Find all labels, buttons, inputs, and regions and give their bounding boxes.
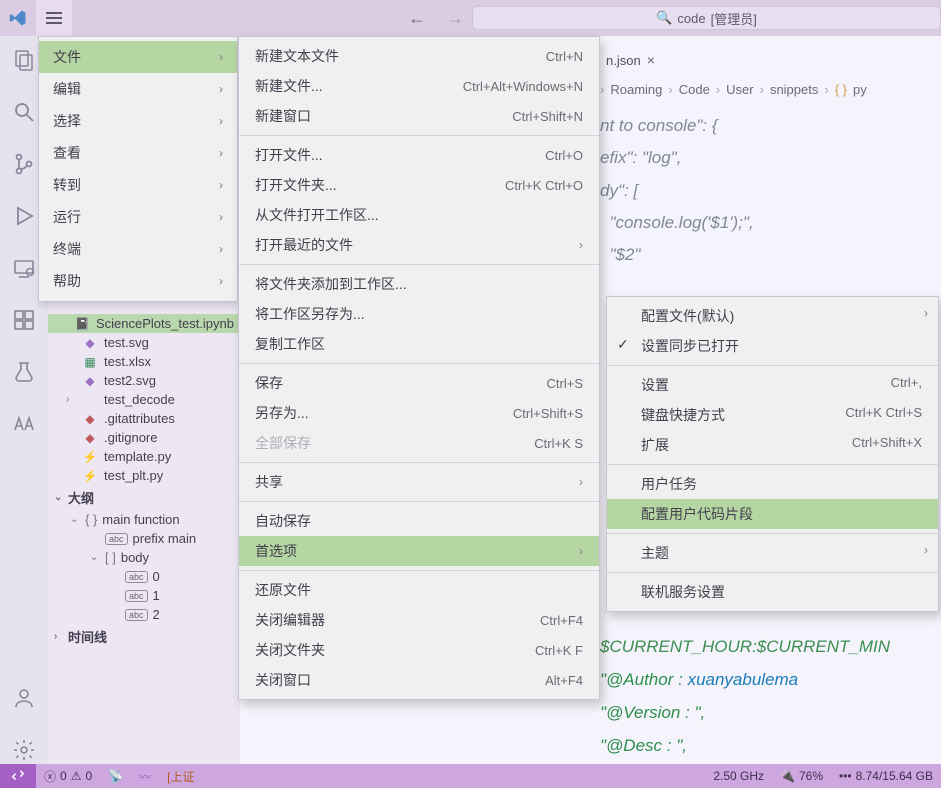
file-item[interactable]: ◆test2.svg: [48, 371, 240, 390]
outline-item[interactable]: abcprefix main: [48, 529, 240, 548]
file-item[interactable]: ⚡template.py: [48, 447, 240, 466]
pulse-icon: 〰: [139, 768, 151, 785]
settings-gear-icon[interactable]: [10, 736, 38, 764]
breadcrumb[interactable]: ›Roaming›Code›User›snippets› { }py: [600, 82, 867, 97]
remote-explorer-icon[interactable]: [10, 254, 38, 282]
menu-item-帮助[interactable]: 帮助›: [39, 265, 237, 297]
memory-status[interactable]: •••8.74/15.64 GB: [831, 769, 941, 783]
file-item[interactable]: ▦test.xlsx: [48, 352, 240, 371]
menu-item-文件[interactable]: 文件›: [39, 41, 237, 73]
file-menu-item[interactable]: 关闭文件夹Ctrl+K F: [239, 635, 599, 665]
pref-menu-item[interactable]: 联机服务设置: [607, 577, 938, 607]
menu-item-运行[interactable]: 运行›: [39, 201, 237, 233]
search-activity-icon[interactable]: [10, 98, 38, 126]
timeline-section-header[interactable]: ›时间线: [48, 624, 240, 649]
pref-menu-item[interactable]: 主题›: [607, 538, 938, 568]
nav-forward-button[interactable]: →: [440, 3, 470, 33]
error-icon: ⓧ: [44, 768, 56, 785]
file-item[interactable]: ◆test.svg: [48, 333, 240, 352]
file-menu-item[interactable]: 从文件打开工作区...: [239, 200, 599, 230]
command-center-search[interactable]: 🔍 code [管理员]: [472, 6, 941, 30]
file-menu-item[interactable]: 新建窗口Ctrl+Shift+N: [239, 101, 599, 131]
pref-menu-item[interactable]: 设置Ctrl+,: [607, 370, 938, 400]
file-item[interactable]: ⚡test_plt.py: [48, 466, 240, 485]
title-bar: ← → 🔍 code [管理员]: [0, 0, 941, 36]
file-item[interactable]: ◆.gitattributes: [48, 409, 240, 428]
file-menu-item[interactable]: 新建文件...Ctrl+Alt+Windows+N: [239, 71, 599, 101]
code-content: nt to console": { efix": "log", dy": [ "…: [600, 110, 754, 271]
code-content-lower: $CURRENT_HOUR:$CURRENT_MIN"@Author : xua…: [600, 630, 890, 763]
file-item[interactable]: 📓SciencePlots_test.ipynb: [48, 314, 240, 333]
menu-item-查看[interactable]: 查看›: [39, 137, 237, 169]
file-menu-item[interactable]: 打开最近的文件›: [239, 230, 599, 260]
outline-item[interactable]: ⌄[ ]body: [48, 548, 240, 567]
file-menu-item[interactable]: 复制工作区: [239, 329, 599, 359]
remote-indicator[interactable]: [0, 764, 36, 788]
pref-menu-item[interactable]: 配置文件(默认)›: [607, 301, 938, 331]
editor-tab[interactable]: n.json×: [600, 52, 661, 68]
pref-menu-item[interactable]: 配置用户代码片段: [607, 499, 938, 529]
menu-item-转到[interactable]: 转到›: [39, 169, 237, 201]
jupyter-icon[interactable]: [10, 410, 38, 438]
file-item[interactable]: ◆.gitignore: [48, 428, 240, 447]
file-menu-item[interactable]: 另存为...Ctrl+Shift+S: [239, 398, 599, 428]
explorer-icon[interactable]: [10, 46, 38, 74]
file-menu-item[interactable]: 自动保存: [239, 506, 599, 536]
close-icon[interactable]: ×: [647, 52, 655, 68]
cpu-status[interactable]: 2.50 GHz: [705, 769, 772, 783]
status-bar: ⓧ0⚠0 📡 〰 [上证 2.50 GHz 🔌76% •••8.74/15.64…: [0, 764, 941, 788]
source-control-icon[interactable]: [10, 150, 38, 178]
antenna-icon: 📡: [108, 769, 123, 783]
problems-status[interactable]: ⓧ0⚠0: [36, 768, 100, 785]
file-menu-item[interactable]: 保存Ctrl+S: [239, 368, 599, 398]
outline-item[interactable]: abc1: [48, 586, 240, 605]
battery-status[interactable]: 🔌76%: [772, 769, 831, 783]
outline-item[interactable]: ⌄{ }main function: [48, 510, 240, 529]
file-menu-item[interactable]: 共享›: [239, 467, 599, 497]
nav-back-button[interactable]: ←: [402, 3, 432, 33]
file-submenu: 新建文本文件Ctrl+N新建文件...Ctrl+Alt+Windows+N新建窗…: [238, 36, 600, 700]
file-menu-item[interactable]: 还原文件: [239, 575, 599, 605]
file-menu-item[interactable]: 关闭窗口Alt+F4: [239, 665, 599, 695]
run-debug-icon[interactable]: [10, 202, 38, 230]
file-menu-item: 全部保存Ctrl+K S: [239, 428, 599, 458]
file-menu-item[interactable]: 打开文件...Ctrl+O: [239, 140, 599, 170]
outline-item[interactable]: abc2: [48, 605, 240, 624]
folder-item[interactable]: ›test_decode: [48, 390, 240, 409]
search-icon: 🔍: [656, 10, 672, 26]
file-menu-item[interactable]: 首选项›: [239, 536, 599, 566]
file-menu-item[interactable]: 将工作区另存为...: [239, 299, 599, 329]
preferences-submenu: 配置文件(默认)›✓设置同步已打开设置Ctrl+,键盘快捷方式Ctrl+K Ct…: [606, 296, 939, 612]
file-menu-item[interactable]: 新建文本文件Ctrl+N: [239, 41, 599, 71]
extensions-icon[interactable]: [10, 306, 38, 334]
pref-menu-item[interactable]: 扩展Ctrl+Shift+X: [607, 430, 938, 460]
warning-icon: ⚠: [71, 769, 82, 783]
testing-icon[interactable]: [10, 358, 38, 386]
plug-icon: 🔌: [780, 769, 795, 783]
pref-menu-item[interactable]: 键盘快捷方式Ctrl+K Ctrl+S: [607, 400, 938, 430]
file-menu-item[interactable]: 打开文件夹...Ctrl+K Ctrl+O: [239, 170, 599, 200]
menu-item-终端[interactable]: 终端›: [39, 233, 237, 265]
outline-section-header[interactable]: ⌄大纲: [48, 485, 240, 510]
pref-menu-item[interactable]: 用户任务: [607, 469, 938, 499]
outline-item[interactable]: abc0: [48, 567, 240, 586]
ports-status[interactable]: 📡: [100, 769, 131, 783]
stock-status[interactable]: [上证: [159, 768, 202, 785]
live-status[interactable]: 〰: [131, 768, 159, 785]
main-menu: 文件›编辑›选择›查看›转到›运行›终端›帮助›: [38, 36, 238, 302]
vscode-logo: [0, 9, 36, 27]
app-menu-button[interactable]: [36, 0, 72, 36]
file-menu-item[interactable]: 关闭编辑器Ctrl+F4: [239, 605, 599, 635]
menu-item-编辑[interactable]: 编辑›: [39, 73, 237, 105]
file-menu-item[interactable]: 将文件夹添加到工作区...: [239, 269, 599, 299]
pref-menu-item[interactable]: ✓设置同步已打开: [607, 331, 938, 361]
menu-item-选择[interactable]: 选择›: [39, 105, 237, 137]
accounts-icon[interactable]: [10, 684, 38, 712]
